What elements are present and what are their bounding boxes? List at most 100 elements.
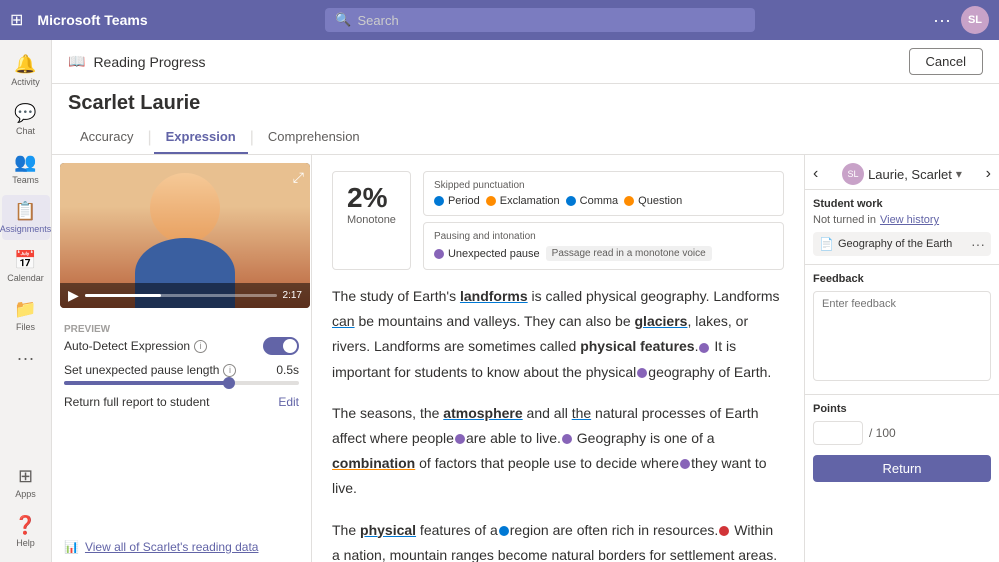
tab-divider-2: | — [248, 129, 256, 147]
reading-progress-header: 📖 Reading Progress Cancel — [52, 40, 999, 84]
pause-slider[interactable] — [64, 381, 299, 385]
monotone-label: Monotone — [347, 214, 396, 226]
sidebar-item-activity[interactable]: 🔔 Activity — [2, 48, 50, 93]
tag-exclamation: Exclamation — [486, 195, 560, 207]
preview-section: PREVIEW Auto-Detect Expression i Set une… — [52, 316, 311, 417]
tabs-bar: Accuracy | Expression | Comprehension — [52, 121, 999, 155]
pause-label-tag: Unexpected pause — [448, 248, 540, 260]
word-physical-features: physical features — [580, 338, 694, 354]
word-glaciers: glaciers — [635, 313, 688, 329]
search-icon: 🔍 — [335, 12, 351, 28]
sidebar-item-apps[interactable]: ⊞ Apps — [2, 460, 50, 505]
play-button[interactable]: ▶ — [68, 287, 79, 304]
search-bar[interactable]: 🔍 — [325, 8, 755, 32]
activity-icon: 🔔 — [14, 54, 36, 75]
pause-label: Set unexpected pause length i — [64, 363, 236, 377]
progress-bar[interactable] — [85, 294, 277, 297]
pause-marker-1 — [699, 343, 709, 353]
exclamation-label: Exclamation — [500, 195, 560, 207]
skipped-punctuation-section: Skipped punctuation Period Exclamation — [423, 171, 784, 216]
feedback-input[interactable] — [813, 291, 991, 381]
fullscreen-icon[interactable]: ⤢ — [293, 169, 304, 186]
pausing-title: Pausing and intonation — [434, 231, 773, 242]
video-time: 2:17 — [283, 290, 302, 301]
feedback-title: Feedback — [813, 273, 991, 285]
files-icon: 📁 — [14, 299, 36, 320]
pausing-tags: Unexpected pause Passage read in a monot… — [434, 246, 773, 261]
more-options-icon[interactable]: ··· — [933, 10, 951, 31]
chat-icon: 💬 — [14, 103, 36, 124]
assignment-item: 📄 Geography of the Earth ··· — [813, 232, 991, 256]
sidebar-item-chat[interactable]: 💬 Chat — [2, 97, 50, 142]
cancel-button[interactable]: Cancel — [909, 48, 983, 75]
sidebar: 🔔 Activity 💬 Chat 👥 Teams 📋 Assignments … — [0, 40, 52, 562]
pause-info-icon[interactable]: i — [223, 364, 236, 377]
word-combination: combination — [332, 455, 415, 471]
sidebar-label-calendar: Calendar — [7, 273, 44, 283]
view-data-section: 📊 View all of Scarlet's reading data — [52, 532, 311, 562]
preview-label: PREVIEW — [64, 324, 299, 335]
student-name: Scarlet Laurie — [68, 92, 983, 115]
sidebar-item-assignments[interactable]: 📋 Assignments — [2, 195, 50, 240]
monotone-metric-box: 2% Monotone — [332, 171, 411, 270]
sidebar-item-files[interactable]: 📁 Files — [2, 293, 50, 338]
exclamation-dot — [486, 196, 496, 206]
auto-detect-info-icon[interactable]: i — [194, 340, 207, 353]
tag-unexpected-pause: Unexpected pause — [434, 246, 540, 261]
sidebar-label-help: Help — [16, 538, 35, 548]
assignment-more-icon[interactable]: ··· — [971, 236, 985, 252]
word-atmosphere: atmosphere — [443, 405, 522, 421]
view-data-icon: 📊 — [64, 540, 79, 554]
tab-expression[interactable]: Expression — [154, 121, 248, 154]
points-row: / 100 — [813, 421, 991, 445]
tab-comprehension[interactable]: Comprehension — [256, 121, 372, 154]
question-label: Question — [638, 195, 682, 207]
assignment-title: 📄 Geography of the Earth — [819, 237, 952, 251]
tag-period: Period — [434, 195, 480, 207]
sidebar-label-chat: Chat — [16, 126, 35, 136]
points-total: / 100 — [869, 426, 896, 440]
chevron-down-icon[interactable]: ▾ — [956, 167, 962, 181]
pause-row: Set unexpected pause length i 0.5s — [64, 363, 299, 377]
student-name-badge: SL Laurie, Scarlet ▾ — [842, 163, 962, 185]
pausing-section: Pausing and intonation Unexpected pause … — [423, 222, 784, 270]
return-button[interactable]: Return — [813, 455, 991, 482]
video-container: ⤢ ▶ 2:17 — [60, 163, 310, 308]
word-landforms-1: landforms — [460, 288, 528, 304]
sidebar-item-teams[interactable]: 👥 Teams — [2, 146, 50, 191]
help-icon: ❓ — [14, 515, 36, 536]
prev-student-button[interactable]: ‹ — [813, 165, 818, 183]
assignment-icon: 📄 — [819, 237, 834, 251]
student-avatar: SL — [842, 163, 864, 185]
tab-accuracy[interactable]: Accuracy — [68, 121, 145, 154]
next-student-button[interactable]: › — [986, 165, 991, 183]
content-area: 📖 Reading Progress Cancel Scarlet Laurie… — [52, 40, 999, 562]
view-data-link[interactable]: View all of Scarlet's reading data — [85, 540, 259, 554]
pause-marker-2 — [637, 368, 647, 378]
sidebar-item-help[interactable]: ❓ Help — [2, 509, 50, 554]
sidebar-label-activity: Activity — [11, 77, 40, 87]
edit-link[interactable]: Edit — [278, 395, 299, 409]
toggle-knob — [283, 339, 297, 353]
rp-title-row: 📖 Reading Progress — [68, 53, 206, 70]
view-history-link[interactable]: View history — [880, 214, 939, 226]
auto-detect-toggle[interactable] — [263, 337, 299, 355]
apps-icon: ⊞ — [18, 466, 33, 487]
question-dot — [624, 196, 634, 206]
points-input[interactable] — [813, 421, 863, 445]
avatar[interactable]: SL — [961, 6, 989, 34]
paragraph-1: The study of Earth's landforms is called… — [332, 284, 784, 385]
teams-icon: 👥 — [14, 152, 36, 173]
pause-marker-7 — [719, 526, 729, 536]
sidebar-item-calendar[interactable]: 📅 Calendar — [2, 244, 50, 289]
middle-section: ⤢ ▶ 2:17 PREVIEW Auto-Detect Expressi — [52, 155, 999, 562]
sidebar-item-more[interactable]: ··· — [2, 342, 50, 375]
student-nav: ‹ SL Laurie, Scarlet ▾ › — [805, 155, 999, 190]
student-section: Scarlet Laurie — [52, 84, 999, 121]
search-input[interactable] — [358, 13, 746, 28]
app-grid-icon[interactable]: ⊞ — [10, 10, 29, 30]
slider-fill — [64, 381, 229, 385]
progress-fill — [85, 294, 162, 297]
sidebar-label-assignments: Assignments — [0, 224, 51, 234]
pause-marker-5 — [680, 459, 690, 469]
